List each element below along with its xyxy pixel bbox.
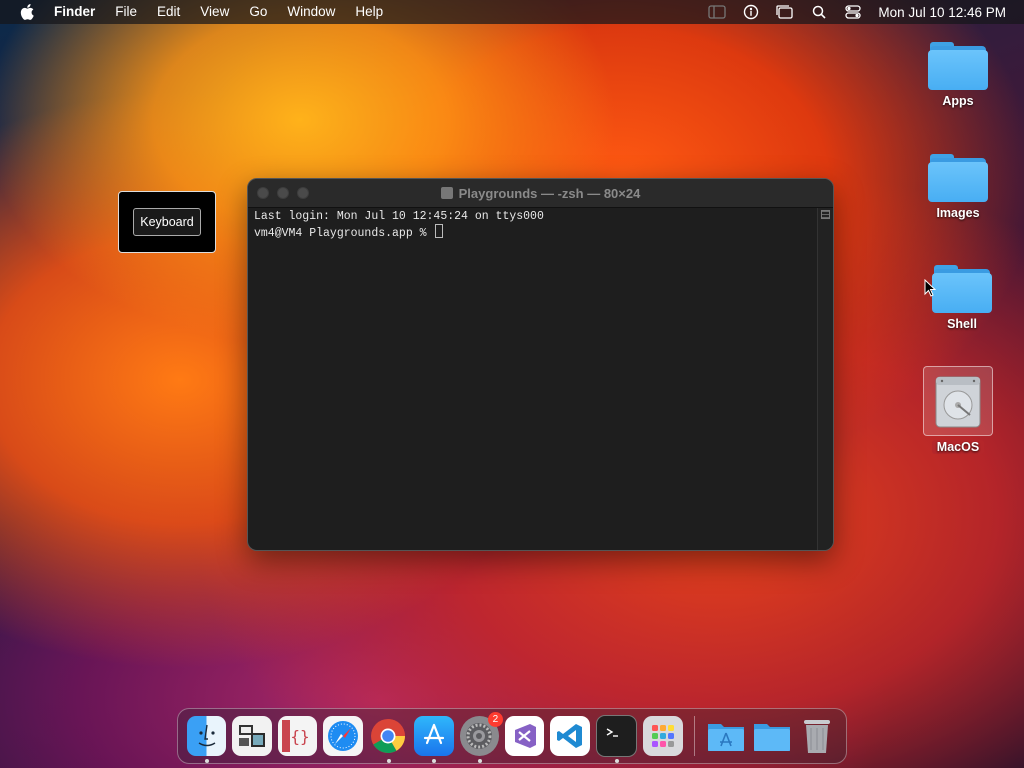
window-icon[interactable] — [768, 0, 802, 24]
trash-icon — [804, 720, 831, 753]
running-indicator — [205, 759, 209, 763]
finder-icon — [198, 724, 216, 747]
script-editor-icon: {} — [281, 720, 309, 752]
desktop-icon-images[interactable]: Images — [918, 152, 998, 220]
menubar-clock[interactable]: Mon Jul 10 12:46 PM — [870, 5, 1024, 20]
desktop-icon-shell[interactable]: Shell — [922, 263, 1002, 331]
dock-trash[interactable] — [798, 716, 837, 756]
terminal-prompt-line: vm4@VM4 Playgrounds.app % — [254, 224, 812, 241]
menu-help[interactable]: Help — [345, 0, 393, 24]
dock-folder[interactable] — [752, 716, 792, 756]
applications-folder-icon — [707, 724, 744, 751]
dock-system-settings[interactable]: 2 — [459, 712, 503, 763]
menu-bar: Finder File Edit View Go Window Help Mon… — [0, 0, 1024, 24]
terminal-window: Playgrounds — -zsh — 80×24 Last login: M… — [247, 178, 834, 551]
preview-icon — [239, 725, 266, 747]
desktop-icon-label: MacOS — [931, 440, 985, 454]
terminal-prompt: vm4@VM4 Playgrounds.app % — [254, 227, 434, 240]
dock: {} 2 — [177, 708, 847, 764]
menu-go[interactable]: Go — [239, 0, 277, 24]
apple-menu[interactable] — [0, 4, 54, 20]
minimize-icon[interactable] — [277, 187, 289, 199]
split-pane-icon[interactable] — [821, 210, 830, 219]
desktop-icon-macos[interactable]: MacOS — [918, 366, 998, 454]
menu-finder[interactable]: Finder — [54, 0, 105, 24]
accessibility-icon[interactable] — [734, 0, 768, 24]
folder-icon — [928, 40, 988, 90]
window-title-text: Playgrounds — -zsh — 80×24 — [458, 185, 641, 201]
folder-icon — [932, 263, 992, 313]
running-indicator — [386, 759, 391, 763]
zoom-icon[interactable] — [297, 187, 309, 199]
apple-icon — [20, 4, 34, 20]
terminal-titlebar[interactable]: Playgrounds — -zsh — 80×24 — [248, 179, 833, 208]
dock-safari[interactable] — [323, 716, 363, 756]
dock-script-editor[interactable]: {} — [277, 716, 318, 756]
sidebar-icon[interactable] — [700, 0, 734, 24]
text-cursor — [435, 224, 444, 238]
window-title: Playgrounds — -zsh — 80×24 — [440, 185, 641, 201]
safari-icon — [327, 721, 358, 751]
running-indicator — [477, 759, 482, 763]
menu-window[interactable]: Window — [277, 0, 345, 24]
running-indicator — [614, 759, 619, 763]
mouse-pointer-icon — [924, 279, 936, 297]
keyboard-button[interactable]: Keyboard — [133, 208, 201, 236]
search-icon[interactable] — [802, 0, 836, 24]
terminal-content[interactable]: Last login: Mon Jul 10 12:45:24 on ttys0… — [248, 208, 818, 550]
keyboard-widget: Keyboard — [118, 191, 216, 253]
menu-view[interactable]: View — [190, 0, 239, 24]
terminal-scrollbar[interactable] — [817, 208, 833, 550]
app-store-icon — [423, 723, 444, 745]
notification-badge: 2 — [487, 712, 503, 727]
folder-icon — [928, 152, 988, 202]
vscode-icon — [557, 724, 583, 748]
terminal-icon — [440, 187, 453, 199]
desktop-icon-apps[interactable]: Apps — [918, 40, 998, 108]
terminal-line: Last login: Mon Jul 10 12:45:24 on ttys0… — [254, 210, 544, 223]
terminal-icon — [606, 728, 618, 737]
launchpad-icon — [651, 725, 674, 747]
chrome-icon — [371, 719, 406, 753]
dock-vscode[interactable] — [550, 716, 590, 756]
menu-file[interactable]: File — [105, 0, 147, 24]
svg-text:{}: {} — [290, 727, 309, 746]
dock-preview[interactable] — [232, 716, 272, 756]
desktop-icon-label: Apps — [942, 94, 974, 108]
close-icon[interactable] — [257, 187, 269, 199]
dock-app-store[interactable] — [414, 716, 454, 763]
dock-visual-studio[interactable] — [504, 716, 545, 756]
control-center-icon[interactable] — [836, 0, 870, 24]
dock-terminal[interactable] — [595, 715, 638, 763]
hard-disk-icon — [923, 366, 993, 436]
dock-launchpad[interactable] — [643, 716, 683, 756]
visual-studio-icon — [514, 724, 536, 748]
running-indicator — [432, 759, 437, 763]
dock-finder[interactable] — [187, 716, 227, 763]
folder-icon — [753, 724, 790, 751]
dock-separator — [693, 716, 695, 756]
desktop-icon-label: Images — [936, 206, 980, 220]
dock-applications-folder[interactable] — [706, 716, 746, 756]
window-controls — [257, 187, 309, 199]
menu-edit[interactable]: Edit — [147, 0, 190, 24]
desktop-icon-label: Shell — [947, 317, 977, 331]
dock-chrome[interactable] — [369, 716, 408, 763]
